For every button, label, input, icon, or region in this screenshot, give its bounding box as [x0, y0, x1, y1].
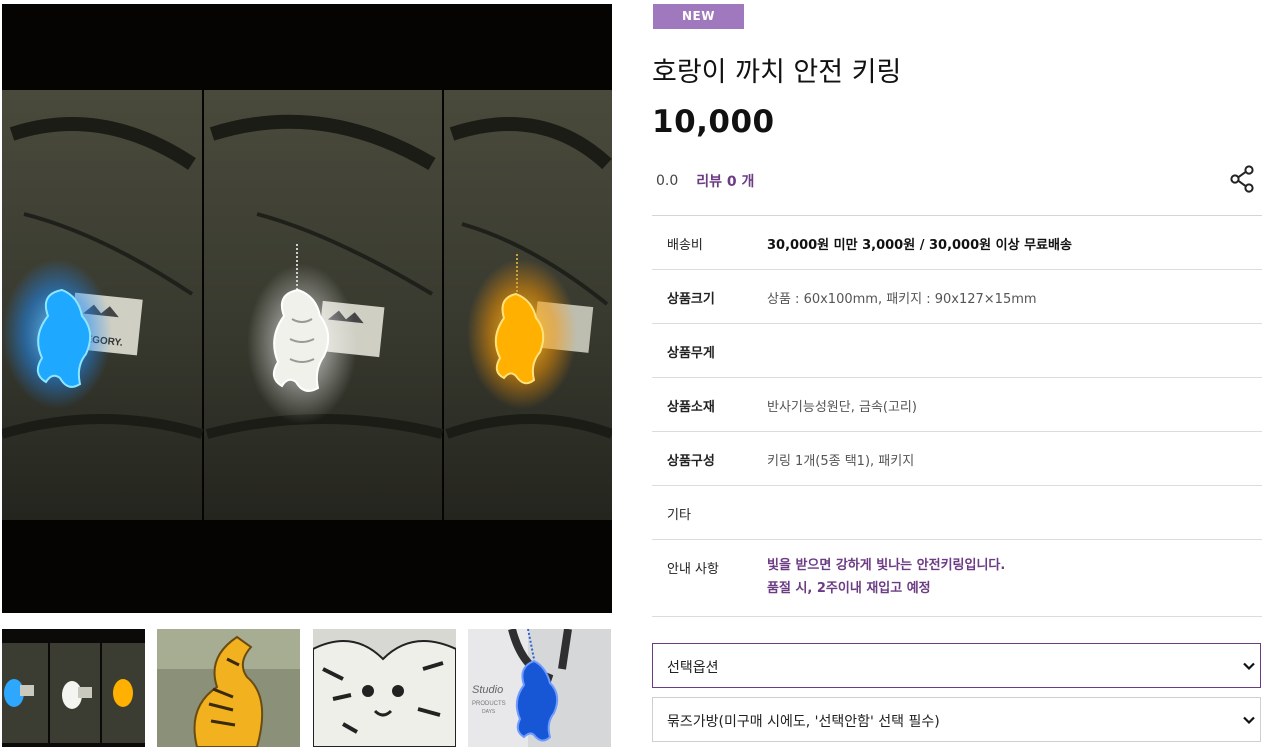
main-product-image[interactable]: REGORY. — [2, 4, 612, 613]
option-select[interactable]: 선택옵션 — [652, 643, 1261, 688]
thumbnail-strip: Studio PRODUCTS DAYS — [2, 629, 612, 747]
review-count-link[interactable]: 리뷰 0 개 — [696, 171, 754, 191]
spec-value: 상품 : 60x100mm, 패키지 : 90x127×15mm — [767, 292, 1037, 307]
chevron-down-icon — [1243, 662, 1255, 671]
spec-value: 반사기능성원단, 금속(고리) — [767, 400, 917, 415]
notice-text: 빛을 받으면 강하게 빛나는 안전키링입니다. 품절 시, 2주이내 재입고 예… — [767, 554, 1005, 600]
spec-row-size: 상품크기 상품 : 60x100mm, 패키지 : 90x127×15mm — [652, 270, 1262, 324]
chevron-down-icon — [1243, 716, 1255, 725]
option-select-value: 선택옵션 — [667, 660, 719, 676]
spec-label: 기타 — [667, 508, 691, 523]
spec-row-etc: 기타 — [652, 486, 1262, 540]
spec-value: 키링 1개(5종 택1), 패키지 — [767, 454, 915, 469]
spec-row-shipping: 배송비 30,000원 미만 3,000원 / 30,000원 이상 무료배송 — [652, 216, 1262, 270]
spec-row-notice: 안내 사항 빛을 받으면 강하게 빛나는 안전키링입니다. 품절 시, 2주이내… — [652, 540, 1262, 617]
spec-label: 상품구성 — [667, 454, 715, 469]
thumbnail-1[interactable] — [2, 629, 145, 747]
product-price: 10,000 — [652, 104, 775, 140]
spec-value: 30,000원 미만 3,000원 / 30,000원 이상 무료배송 — [767, 238, 1072, 253]
thumbnail-3[interactable] — [313, 629, 456, 747]
share-icon — [1230, 165, 1254, 193]
rating-score: 0.0 — [656, 173, 679, 189]
new-badge: NEW — [653, 4, 744, 29]
bag-option-select[interactable]: 묶즈가방(미구매 시에도, '선택안함' 선택 필수) — [652, 697, 1261, 742]
bag-option-select-value: 묶즈가방(미구매 시에도, '선택안함' 선택 필수) — [667, 714, 940, 730]
thumb-print-text-3: DAYS — [482, 709, 496, 715]
spec-row-material: 상품소재 반사기능성원단, 금속(고리) — [652, 378, 1262, 432]
rating-row: 0.0 리뷰 0 개 — [656, 171, 754, 191]
thumbnail-2[interactable] — [157, 629, 300, 747]
spec-label: 안내 사항 — [667, 562, 719, 577]
product-info-panel: NEW 호랑이 까치 안전 키링 10,000 0.0 리뷰 0 개 배송비 3… — [652, 0, 1262, 747]
spec-label: 상품소재 — [667, 400, 715, 415]
spec-label: 상품크기 — [667, 292, 715, 307]
thumb-print-text-2: PRODUCTS — [472, 701, 506, 707]
product-title: 호랑이 까치 안전 키링 — [652, 57, 902, 88]
share-button[interactable] — [1228, 164, 1258, 194]
spec-row-weight: 상품무게 — [652, 324, 1262, 378]
spec-label: 상품무게 — [667, 346, 715, 361]
notice-line-1: 빛을 받으면 강하게 빛나는 안전키링입니다. — [767, 558, 1006, 573]
notice-line-2: 품절 시, 2주이내 재입고 예정 — [767, 581, 931, 596]
thumb-print-text-1: Studio — [472, 684, 503, 696]
thumbnail-4[interactable]: Studio PRODUCTS DAYS — [468, 629, 611, 747]
spec-row-composition: 상품구성 키링 1개(5종 택1), 패키지 — [652, 432, 1262, 486]
product-spec-table: 배송비 30,000원 미만 3,000원 / 30,000원 이상 무료배송 … — [652, 215, 1262, 617]
spec-label: 배송비 — [667, 238, 703, 253]
